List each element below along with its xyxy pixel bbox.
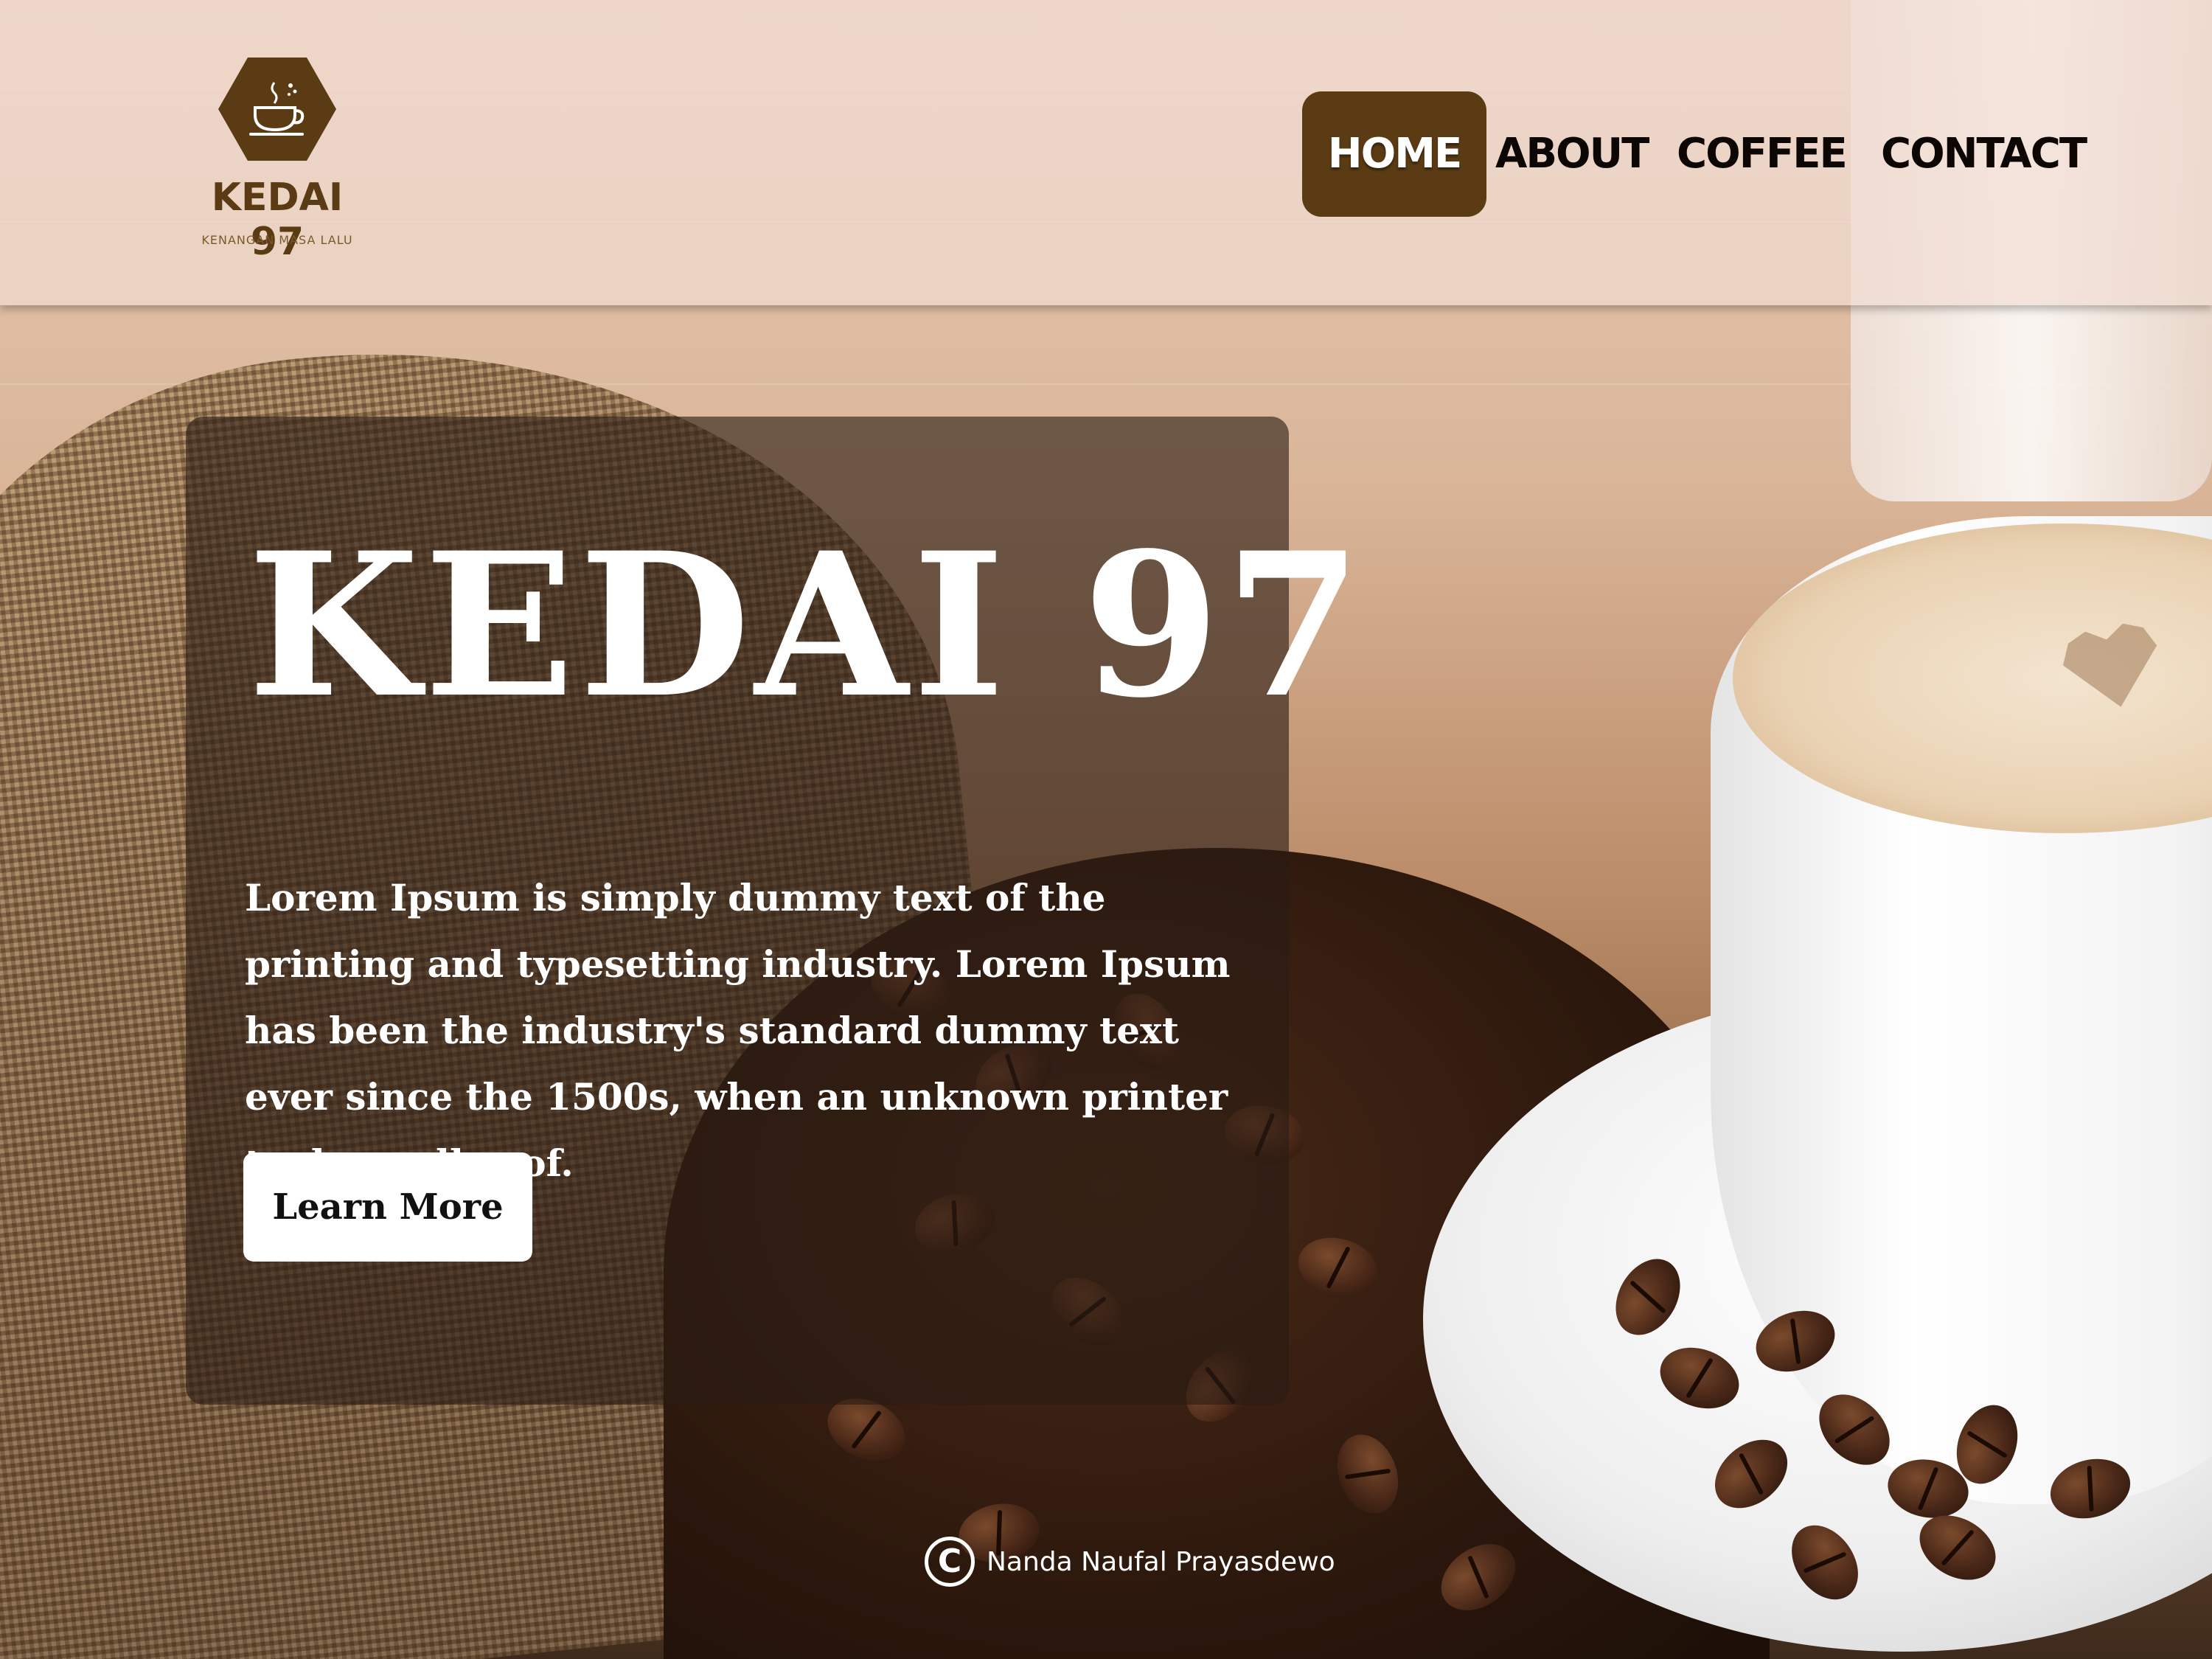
author-name: Nanda Naufal Prayasdewo — [987, 1546, 1335, 1577]
learn-more-button[interactable]: Learn More — [243, 1152, 532, 1262]
nav-item-coffee[interactable]: COFFEE — [1677, 91, 1848, 217]
nav-item-contact[interactable]: CONTACT — [1874, 91, 2093, 217]
brand-tagline: KENANGAN MASA LALU — [201, 233, 353, 247]
copyright-icon: C — [925, 1537, 975, 1587]
hero-title: KEDAI 97 — [248, 509, 1367, 742]
coffee-cup-icon — [249, 82, 305, 136]
site-header: KEDAI 97 KENANGAN MASA LALU HOME ABOUT C… — [0, 0, 2212, 305]
nav-item-home[interactable]: HOME — [1302, 91, 1486, 217]
brand-logo[interactable] — [218, 58, 336, 161]
hero-card: KEDAI 97 Lorem Ipsum is simply dummy tex… — [186, 417, 1362, 1405]
brand-name: KEDAI 97 — [211, 175, 344, 264]
nav-item-about[interactable]: ABOUT — [1495, 91, 1649, 217]
footer-credit: C Nanda Naufal Prayasdewo — [925, 1531, 1335, 1593]
hero-description: Lorem Ipsum is simply dummy text of the … — [245, 876, 1231, 1185]
